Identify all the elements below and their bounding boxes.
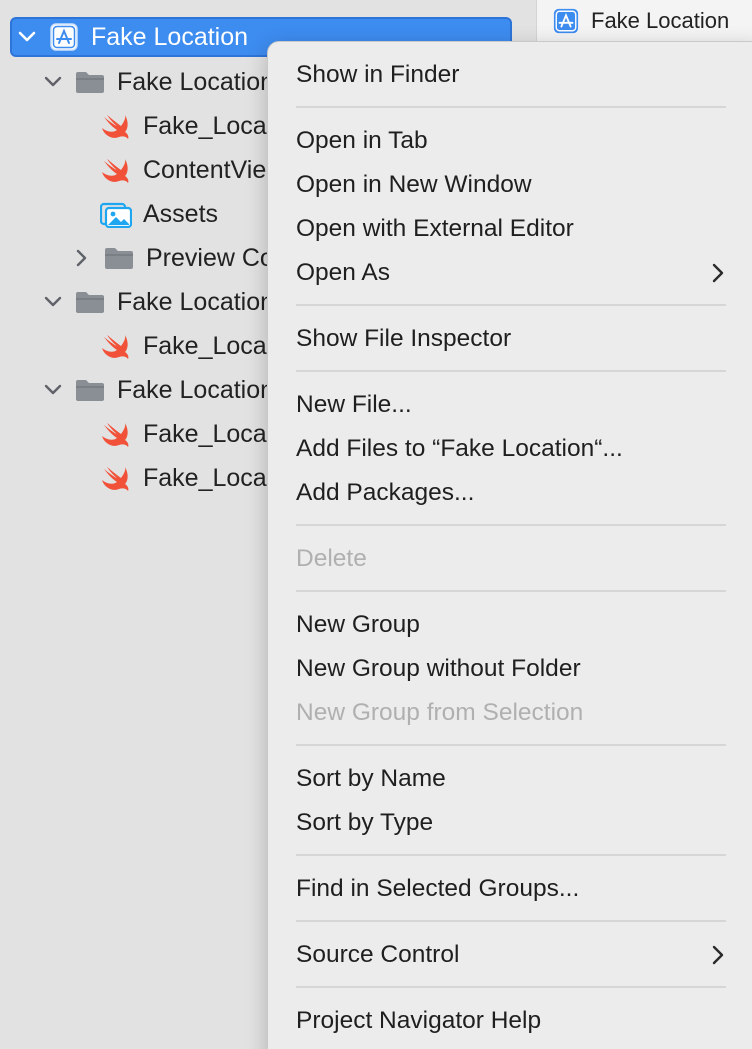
navigator-row-label: Fake Location <box>91 22 249 51</box>
chevron-down-icon[interactable] <box>42 291 64 313</box>
menu-item-label: Add Packages... <box>296 479 475 506</box>
swift-file-icon <box>100 462 132 494</box>
navigator-row-label: Preview Co <box>146 243 274 272</box>
menu-item-label: New Group <box>296 611 420 638</box>
menu-item-label: Show in Finder <box>296 61 460 88</box>
menu-item-label: Sort by Name <box>296 765 446 792</box>
menu-item-show-in-finder[interactable]: Show in Finder <box>296 55 728 95</box>
menu-item-label: New File... <box>296 391 412 418</box>
menu-item-label: Source Control <box>296 941 460 968</box>
navigator-row-file[interactable]: ContentVie <box>100 150 266 190</box>
editor-tab-label: Fake Location <box>591 8 730 33</box>
navigator-row-group[interactable]: Preview Co <box>71 238 274 278</box>
context-menu: Show in Finder Open in Tab Open in New W… <box>267 41 752 1049</box>
navigator-row-file[interactable]: Assets <box>100 194 218 234</box>
menu-separator <box>296 986 726 988</box>
navigator-row-label: Fake_Loca <box>143 419 267 448</box>
menu-item-open-with-external-editor[interactable]: Open with External Editor <box>296 209 728 249</box>
swift-file-icon <box>100 110 132 142</box>
menu-item-label: Show File Inspector <box>296 325 512 352</box>
navigator-row-label: Fake_Loca <box>143 111 267 140</box>
menu-item-sort-by-name[interactable]: Sort by Name <box>296 759 728 799</box>
menu-separator <box>296 854 726 856</box>
menu-item-label: Find in Selected Groups... <box>296 875 580 902</box>
menu-item-label: Delete <box>296 545 367 572</box>
navigator-row-label: Fake Location <box>117 287 275 316</box>
xcode-project-icon <box>48 21 80 53</box>
menu-item-add-files[interactable]: Add Files to “Fake Location“... <box>296 429 728 469</box>
chevron-down-icon[interactable] <box>16 26 38 48</box>
menu-item-delete: Delete <box>296 539 728 579</box>
folder-icon <box>74 66 106 98</box>
menu-separator <box>296 304 726 306</box>
folder-icon <box>103 242 135 274</box>
navigator-row-file[interactable]: Fake_Loca <box>100 458 267 498</box>
xcode-project-icon <box>553 8 579 34</box>
menu-item-label: New Group from Selection <box>296 699 584 726</box>
navigator-row-file[interactable]: Fake_Loca <box>100 106 267 146</box>
navigator-row-group[interactable]: Fake Location <box>42 282 274 322</box>
menu-item-open-in-new-window[interactable]: Open in New Window <box>296 165 728 205</box>
menu-separator <box>296 744 726 746</box>
navigator-row-label: Fake Location <box>117 375 275 404</box>
menu-separator <box>296 590 726 592</box>
swift-file-icon <box>100 330 132 362</box>
chevron-right-icon <box>708 262 728 284</box>
swift-file-icon <box>100 418 132 450</box>
menu-item-label: Open in Tab <box>296 127 428 154</box>
chevron-right-icon[interactable] <box>71 247 93 269</box>
menu-item-label: Project Navigator Help <box>296 1007 542 1034</box>
menu-item-sort-by-type[interactable]: Sort by Type <box>296 803 728 843</box>
navigator-row-file[interactable]: Fake_Loca <box>100 414 267 454</box>
menu-item-label: Add Files to “Fake Location“... <box>296 435 623 462</box>
navigator-row-label: Fake_Loca <box>143 463 267 492</box>
navigator-row-label: Assets <box>143 199 219 228</box>
folder-icon <box>74 374 106 406</box>
chevron-down-icon[interactable] <box>42 379 64 401</box>
menu-item-project-navigator-help[interactable]: Project Navigator Help <box>296 1001 728 1041</box>
xcode-window: Fake Location Fake Location Fake_Loca Co… <box>0 0 752 1049</box>
menu-item-label: Open in New Window <box>296 171 532 198</box>
menu-item-source-control[interactable]: Source Control <box>296 935 728 975</box>
menu-item-label: Sort by Type <box>296 809 434 836</box>
navigator-row-label: Fake Location <box>117 67 275 96</box>
navigator-row-group[interactable]: Fake Location <box>42 370 274 410</box>
menu-separator <box>296 370 726 372</box>
menu-item-new-group-without-folder[interactable]: New Group without Folder <box>296 649 728 689</box>
menu-item-open-as[interactable]: Open As <box>296 253 728 293</box>
navigator-row-label: Fake_Loca <box>143 331 267 360</box>
navigator-row-file[interactable]: Fake_Loca <box>100 326 267 366</box>
chevron-down-icon[interactable] <box>42 71 64 93</box>
folder-icon <box>74 286 106 318</box>
asset-catalog-icon <box>100 198 132 230</box>
menu-item-label: Open As <box>296 259 390 286</box>
navigator-row-label: ContentVie <box>143 155 267 184</box>
editor-tab[interactable]: Fake Location <box>536 0 752 42</box>
menu-item-new-group[interactable]: New Group <box>296 605 728 645</box>
menu-separator <box>296 524 726 526</box>
menu-item-show-file-inspector[interactable]: Show File Inspector <box>296 319 728 359</box>
menu-item-label: Open with External Editor <box>296 215 574 242</box>
menu-item-label: New Group without Folder <box>296 655 581 682</box>
menu-item-new-group-from-selection: New Group from Selection <box>296 693 728 733</box>
menu-item-add-packages[interactable]: Add Packages... <box>296 473 728 513</box>
menu-item-new-file[interactable]: New File... <box>296 385 728 425</box>
menu-separator <box>296 920 726 922</box>
menu-item-find-in-selected-groups[interactable]: Find in Selected Groups... <box>296 869 728 909</box>
chevron-right-icon <box>708 944 728 966</box>
menu-separator <box>296 106 726 108</box>
navigator-row-group[interactable]: Fake Location <box>42 62 274 102</box>
menu-item-open-in-tab[interactable]: Open in Tab <box>296 121 728 161</box>
swift-file-icon <box>100 154 132 186</box>
